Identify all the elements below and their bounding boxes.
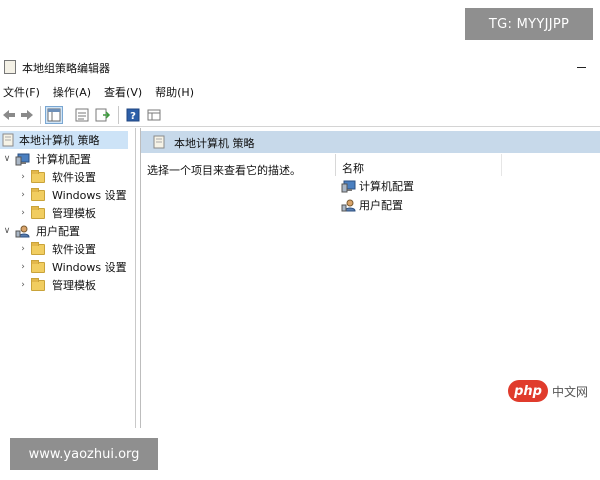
- tree-item-computer-config[interactable]: ∨ 计算机配置: [2, 150, 93, 168]
- folder-icon: [31, 205, 45, 219]
- folder-icon: [31, 259, 45, 273]
- window-title: 本地组策略编辑器: [22, 62, 110, 75]
- list-item-label: 计算机配置: [359, 180, 414, 193]
- tree-item-user-admin[interactable]: › 管理模板: [18, 276, 98, 294]
- app-document-icon: [4, 60, 16, 74]
- toolbar-separator: [40, 106, 41, 124]
- policy-document-icon: [2, 133, 14, 147]
- computer-icon: [341, 180, 356, 192]
- extended-view-icon[interactable]: [145, 106, 163, 124]
- menu-bar: 文件(F) 操作(A) 查看(V) 帮助(H): [0, 82, 204, 100]
- tree-item-label: 软件设置: [52, 243, 96, 256]
- tree-item-user-software[interactable]: › 软件设置: [18, 240, 98, 258]
- tree-item-label: Windows 设置: [52, 261, 127, 274]
- tree-item-label: 计算机配置: [36, 153, 91, 166]
- tree-item-label: 管理模板: [52, 207, 96, 220]
- watermark-site: www.yaozhui.org: [10, 438, 158, 470]
- php-logo: php: [508, 380, 548, 402]
- policy-document-icon: [153, 135, 165, 149]
- menu-help[interactable]: 帮助(H): [152, 82, 200, 100]
- tree-item-computer-admin[interactable]: › 管理模板: [18, 204, 98, 222]
- tree-item-label: Windows 设置: [52, 189, 127, 202]
- tree-item-computer-software[interactable]: › 软件设置: [18, 168, 98, 186]
- details-header: 本地计算机 策略: [141, 131, 600, 153]
- list-item-label: 用户配置: [359, 199, 403, 212]
- toolbar-separator: [118, 106, 119, 124]
- tree-item-label: 管理模板: [52, 279, 96, 292]
- title-bar: 本地组策略编辑器: [0, 55, 600, 79]
- folder-icon: [31, 277, 45, 291]
- column-header-name[interactable]: 名称: [342, 160, 364, 176]
- tree-root-local-policy[interactable]: 本地计算机 策略: [0, 131, 128, 149]
- column-divider[interactable]: [501, 154, 502, 176]
- computer-icon: [15, 153, 30, 165]
- tree-item-user-config[interactable]: ∨ 用户配置: [2, 222, 82, 240]
- tree-item-label: 软件设置: [52, 171, 96, 184]
- menu-view[interactable]: 查看(V): [101, 82, 148, 100]
- chevron-down-icon[interactable]: ∨: [2, 154, 12, 164]
- tree-item-computer-windows[interactable]: › Windows 设置: [18, 186, 129, 204]
- php-watermark: php 中文网: [508, 380, 588, 402]
- folder-icon: [31, 169, 45, 183]
- tree-pane: 本地计算机 策略 ∨ 计算机配置 › 软件设置 › Windows 设置 › 管…: [0, 128, 136, 428]
- tree-item-label: 用户配置: [36, 225, 80, 238]
- group-policy-editor-window: 本地组策略编辑器 文件(F) 操作(A) 查看(V) 帮助(H) ? 本地计算机…: [0, 55, 600, 428]
- chevron-right-icon[interactable]: ›: [18, 172, 28, 182]
- details-header-title: 本地计算机 策略: [174, 137, 255, 150]
- php-site-text: 中文网: [552, 384, 589, 399]
- chevron-down-icon[interactable]: ∨: [2, 226, 12, 236]
- help-icon[interactable]: ?: [124, 106, 142, 124]
- tree-item-user-windows[interactable]: › Windows 设置: [18, 258, 129, 276]
- back-arrow-icon[interactable]: [0, 106, 18, 124]
- show-hide-tree-icon[interactable]: [45, 106, 63, 124]
- toolbar: ?: [0, 103, 600, 127]
- column-divider[interactable]: [335, 154, 336, 176]
- chevron-right-icon[interactable]: ›: [18, 190, 28, 200]
- user-icon: [341, 199, 356, 211]
- watermark-tg: TG: MYYJJPP: [465, 8, 593, 40]
- folder-icon: [31, 241, 45, 255]
- list-item-user-config[interactable]: 用户配置: [341, 197, 403, 213]
- chevron-right-icon[interactable]: ›: [18, 280, 28, 290]
- chevron-right-icon[interactable]: ›: [18, 244, 28, 254]
- menu-action[interactable]: 操作(A): [50, 82, 97, 100]
- chevron-right-icon[interactable]: ›: [18, 262, 28, 272]
- properties-icon[interactable]: [73, 106, 91, 124]
- forward-arrow-icon[interactable]: [18, 106, 36, 124]
- menu-file[interactable]: 文件(F): [0, 82, 46, 100]
- tree-root-label: 本地计算机 策略: [19, 134, 100, 147]
- svg-text:?: ?: [130, 111, 136, 122]
- chevron-right-icon[interactable]: ›: [18, 208, 28, 218]
- description-text: 选择一个项目来查看它的描述。: [147, 164, 301, 177]
- list-item-computer-config[interactable]: 计算机配置: [341, 178, 414, 194]
- minimize-button[interactable]: [574, 57, 588, 71]
- export-list-icon[interactable]: [94, 106, 112, 124]
- user-icon: [15, 225, 30, 237]
- folder-icon: [31, 187, 45, 201]
